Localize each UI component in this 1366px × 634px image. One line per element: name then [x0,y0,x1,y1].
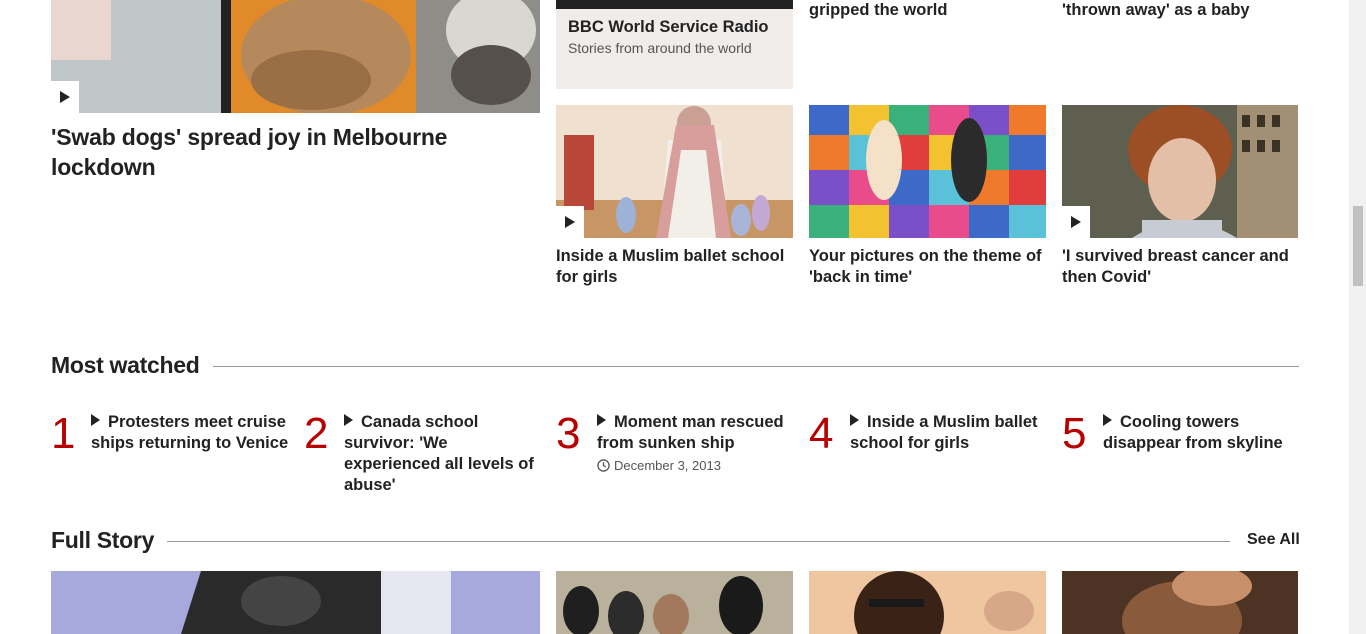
page-scrollbar[interactable] [1349,0,1366,634]
back-in-time-image[interactable] [809,105,1046,238]
ballet-school-image[interactable] [556,105,793,238]
most-watched-link[interactable]: Protesters meet cruise ships returning t… [91,412,291,454]
play-icon [1071,216,1081,228]
most-watched-rank: 2 [304,409,329,458]
clipped-headline-col4[interactable]: 'thrown away' as a baby [1062,0,1299,21]
most-watched-rank: 5 [1062,409,1087,458]
video-badge [51,81,79,113]
most-watched-link[interactable]: Moment man rescued from sunken ship [597,412,796,454]
radio-card-top-bar [556,0,793,9]
clipped-headline-col3[interactable]: gripped the world [809,0,1046,21]
radio-card-title: BBC World Service Radio [568,18,769,36]
play-icon [344,414,353,426]
most-watched-link[interactable]: Inside a Muslim ballet school for girls [850,412,1049,454]
most-watched-rank: 1 [51,409,76,458]
most-watched-divider [213,366,1299,367]
most-watched-text: Moment man rescued from sunken ship [597,413,784,452]
full-story-image-3[interactable] [809,571,1046,634]
play-icon [565,216,575,228]
most-watched-link[interactable]: Canada school survivor: 'We experienced … [344,412,539,496]
full-story-divider [167,541,1230,542]
scrollbar-thumb[interactable] [1353,206,1363,286]
most-watched-rank: 4 [809,409,834,458]
most-watched-text: Protesters meet cruise ships returning t… [91,413,289,452]
radio-card[interactable]: BBC World Service Radio Stories from aro… [556,0,793,89]
play-icon [597,414,606,426]
most-watched-rank: 3 [556,409,581,458]
clock-icon [597,459,610,472]
swab-dogs-image[interactable] [51,0,540,113]
play-icon [850,414,859,426]
play-icon [1103,414,1112,426]
full-story-image-4[interactable] [1062,571,1298,634]
most-watched-date: December 3, 2013 [597,458,721,473]
most-watched-date-text: December 3, 2013 [614,458,721,473]
play-icon [91,414,100,426]
radio-card-subtitle: Stories from around the world [568,40,752,56]
play-icon [60,91,70,103]
swab-dogs-headline[interactable]: 'Swab dogs' spread joy in Melbourne lock… [51,122,491,182]
video-badge [1062,206,1090,238]
most-watched-text: Canada school survivor: 'We experienced … [344,413,534,494]
full-story-title: Full Story [51,527,155,553]
most-watched-text: Cooling towers disappear from skyline [1103,413,1283,452]
most-watched-title: Most watched [51,352,200,378]
card-headline-back-in-time[interactable]: Your pictures on the theme of 'back in t… [809,246,1046,288]
full-story-image-2[interactable] [556,571,793,634]
card-headline-ballet[interactable]: Inside a Muslim ballet school for girls [556,246,793,288]
full-story-image-main[interactable] [51,571,540,634]
most-watched-text: Inside a Muslim ballet school for girls [850,413,1038,452]
breast-cancer-survivor-image[interactable] [1062,105,1298,238]
see-all-link[interactable]: See All [1247,531,1300,549]
card-headline-breast-cancer[interactable]: 'I survived breast cancer and then Covid… [1062,246,1298,288]
video-badge [556,206,584,238]
most-watched-link[interactable]: Cooling towers disappear from skyline [1103,412,1299,454]
